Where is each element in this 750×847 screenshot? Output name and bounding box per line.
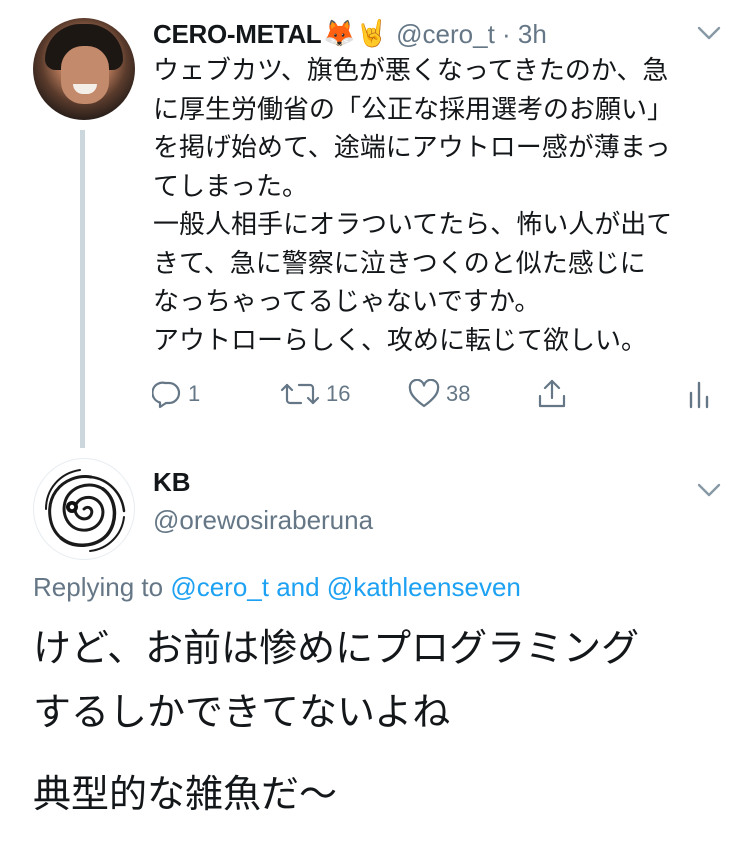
avatar[interactable]: [33, 18, 135, 120]
name-emoji: 🦊🤘: [323, 19, 389, 49]
retweet-count: 16: [326, 381, 351, 406]
retweet-icon: [280, 383, 320, 405]
tweet-text-line: 典型的な雑魚だ〜: [33, 772, 338, 816]
parent-tweet[interactable]: CERO-METAL 🦊🤘 @cero_t · 3h ウェブカツ、旗色が悪くなっ…: [0, 0, 750, 450]
like-button[interactable]: 38: [408, 374, 470, 414]
handle[interactable]: @orewosiraberuna: [153, 505, 373, 536]
replying-prefix: Replying to: [33, 572, 171, 602]
handle-and-time[interactable]: @cero_t · 3h: [396, 19, 547, 50]
tweet-text-line: てしまった。: [153, 171, 308, 202]
tweet-text-line: を掲げ始めて、途端にアウトロー感が薄まっ: [153, 133, 671, 163]
tweet-text-line: けど、お前は惨めにプログラミング: [33, 626, 640, 670]
tweet-text: ウェブカツ、旗色が悪くなってきたのか、急 に厚生労働省の「公正な採用選考のお願い…: [153, 52, 723, 360]
tweet-text-line: するしかできてないよね: [33, 690, 451, 734]
retweet-button[interactable]: 16: [280, 374, 350, 414]
display-name[interactable]: KB: [153, 467, 191, 498]
tweet-text-line: ウェブカツ、旗色が悪くなってきたのか、急: [153, 56, 669, 86]
analytics-button[interactable]: [688, 374, 712, 414]
chevron-down-icon[interactable]: [696, 481, 722, 499]
analytics-icon: [689, 381, 709, 409]
like-icon: [408, 379, 440, 408]
like-count: 38: [446, 381, 471, 406]
chevron-down-icon[interactable]: [696, 24, 722, 42]
replying-and: and: [268, 572, 327, 602]
thread-line: [80, 130, 85, 448]
spiral-mask-avatar: [45, 469, 126, 552]
avatar[interactable]: [33, 458, 135, 560]
tweet-text-line: 一般人相手にオラついてたら、怖い人が出て: [153, 210, 673, 240]
tweet-text-line: なっちゃってるじゃないですか。: [153, 287, 541, 317]
avatar-face: [61, 46, 109, 104]
mention-link[interactable]: @kathleenseven: [327, 572, 521, 602]
mention-link[interactable]: @cero_t: [170, 572, 269, 602]
action-bar: 1 16 38: [150, 374, 725, 414]
tweet-text-line: アウトローらしく、攻めに転じて欲しい。: [153, 325, 648, 356]
reply-icon: [152, 381, 181, 409]
share-icon: [538, 379, 566, 408]
reply-count: 1: [188, 381, 201, 406]
tweet-text-line: きて、急に警察に泣きつくのと似た感じに: [153, 248, 646, 279]
display-name[interactable]: CERO-METAL: [153, 19, 322, 50]
reply-button[interactable]: 1: [152, 374, 200, 414]
share-button[interactable]: [536, 374, 568, 414]
tweet-text-line: に厚生労働省の「公正な採用選考のお願い」: [153, 94, 674, 125]
tweet-header: CERO-METAL 🦊🤘 @cero_t · 3h: [153, 14, 547, 54]
replying-to: Replying to @cero_t and @kathleenseven: [33, 572, 521, 603]
